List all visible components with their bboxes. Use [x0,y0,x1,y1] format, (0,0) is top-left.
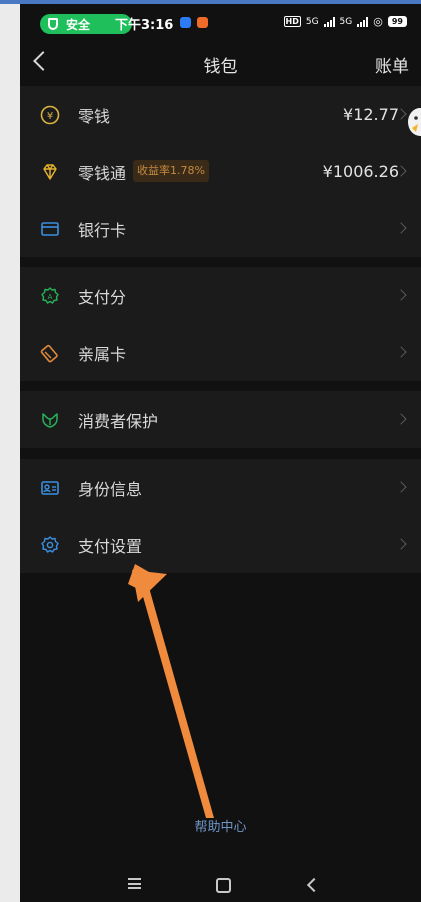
mascot-sticker-icon [408,108,421,136]
annotation-arrow [128,564,214,818]
phone-screen: 安全 下午3:16 HD 5G 5G ◎ 99 钱包 账单 ¥ 零钱 ¥12.7… [20,4,421,902]
